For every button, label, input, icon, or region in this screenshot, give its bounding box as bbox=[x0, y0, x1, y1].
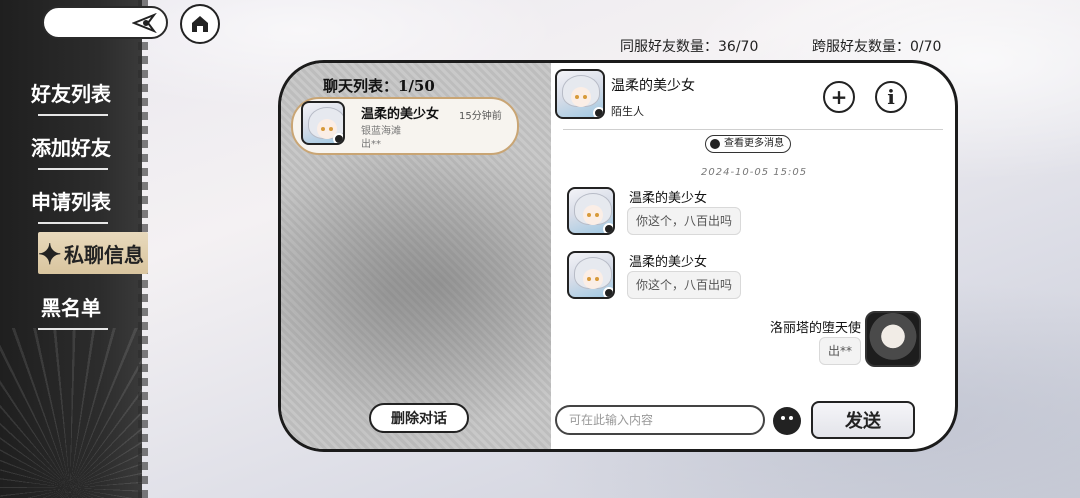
chat-time: 15分钟前 bbox=[459, 111, 502, 122]
message-input[interactable]: 可在此输入内容 bbox=[555, 405, 765, 435]
message-timestamp: 2024-10-05 15:05 bbox=[701, 167, 808, 178]
add-friend-button[interactable]: + bbox=[823, 81, 855, 113]
message-bubble: 出** bbox=[818, 337, 861, 365]
info-button[interactable]: i bbox=[875, 81, 907, 113]
status-badge bbox=[333, 133, 343, 143]
message-bubble: 你这个，八百出吗 bbox=[627, 207, 742, 235]
view-more-label: 查看更多消息 bbox=[724, 138, 784, 149]
chat-list-item[interactable]: 温柔的美少女 15分钟前 银蓝海滩 出** bbox=[291, 97, 519, 155]
sidebar-item-friend-list[interactable]: 好友列表 bbox=[0, 72, 142, 116]
send-button[interactable]: 发送 bbox=[811, 401, 915, 439]
sparkle-icon: ✦ bbox=[38, 238, 62, 271]
divider bbox=[38, 328, 108, 330]
divider bbox=[38, 114, 108, 116]
sidebar-item-label: 私聊信息 bbox=[64, 242, 144, 267]
delete-conversation-button[interactable]: 删除对话 bbox=[369, 403, 469, 433]
info-icon: i bbox=[887, 85, 895, 109]
sender-avatar[interactable] bbox=[567, 187, 615, 235]
message-sender: 温柔的美少女 bbox=[629, 255, 708, 270]
search-input[interactable] bbox=[42, 6, 168, 39]
sender-avatar[interactable] bbox=[567, 251, 615, 299]
chat-partner-name: 温柔的美少女 bbox=[361, 107, 440, 122]
sidebar-item-add-friend[interactable]: 添加好友 bbox=[0, 126, 142, 170]
view-more-messages-button[interactable]: 查看更多消息 bbox=[705, 135, 791, 153]
status-badge bbox=[593, 107, 603, 117]
message-sender: 洛丽塔的堕天使 bbox=[769, 321, 861, 336]
search-icon[interactable] bbox=[132, 13, 158, 33]
divider bbox=[38, 222, 108, 224]
divider bbox=[563, 129, 943, 130]
status-badge bbox=[603, 287, 613, 297]
avatar bbox=[301, 101, 345, 145]
chat-list-title: 聊天列表：1/50 bbox=[323, 77, 435, 95]
sidebar-item-private-messages[interactable]: ✦ 私聊信息 bbox=[38, 232, 148, 274]
plus-icon: + bbox=[830, 85, 848, 109]
sidebar-decoration bbox=[0, 328, 142, 498]
cross-server-friend-count: 跨服好友数量：0/70 bbox=[812, 39, 942, 55]
emoji-icon[interactable] bbox=[773, 407, 801, 435]
message-sender: 温柔的美少女 bbox=[629, 191, 708, 206]
partner-name: 温柔的美少女 bbox=[611, 78, 695, 94]
sidebar-item-label: 添加好友 bbox=[31, 135, 111, 160]
clock-icon bbox=[710, 139, 720, 149]
chat-list-panel: 聊天列表：1/50 温柔的美少女 15分钟前 银蓝海滩 出** 删除对话 bbox=[281, 63, 551, 449]
same-server-friend-count: 同服好友数量：36/70 bbox=[620, 39, 759, 55]
sidebar-item-label: 好友列表 bbox=[31, 81, 111, 106]
status-badge bbox=[603, 223, 613, 233]
sidebar-item-requests[interactable]: 申请列表 bbox=[0, 180, 142, 224]
message-bubble: 你这个，八百出吗 bbox=[627, 271, 742, 299]
home-button[interactable] bbox=[180, 4, 220, 44]
partner-status: 陌生人 bbox=[611, 105, 644, 118]
conversation-panel: 温柔的美少女 陌生人 + i 查看更多消息 2024-10-05 15:05 温… bbox=[553, 63, 955, 449]
partner-avatar[interactable] bbox=[555, 69, 605, 119]
chat-window: 聊天列表：1/50 温柔的美少女 15分钟前 银蓝海滩 出** 删除对话 温柔的… bbox=[278, 60, 958, 452]
sidebar-item-label: 申请列表 bbox=[31, 189, 111, 214]
chat-preview: 出** bbox=[361, 139, 381, 150]
sidebar-item-blacklist[interactable]: 黑名单 bbox=[0, 286, 142, 330]
divider bbox=[38, 168, 108, 170]
home-icon bbox=[192, 16, 208, 32]
sidebar-item-label: 黑名单 bbox=[41, 295, 101, 320]
self-avatar[interactable] bbox=[865, 311, 921, 367]
